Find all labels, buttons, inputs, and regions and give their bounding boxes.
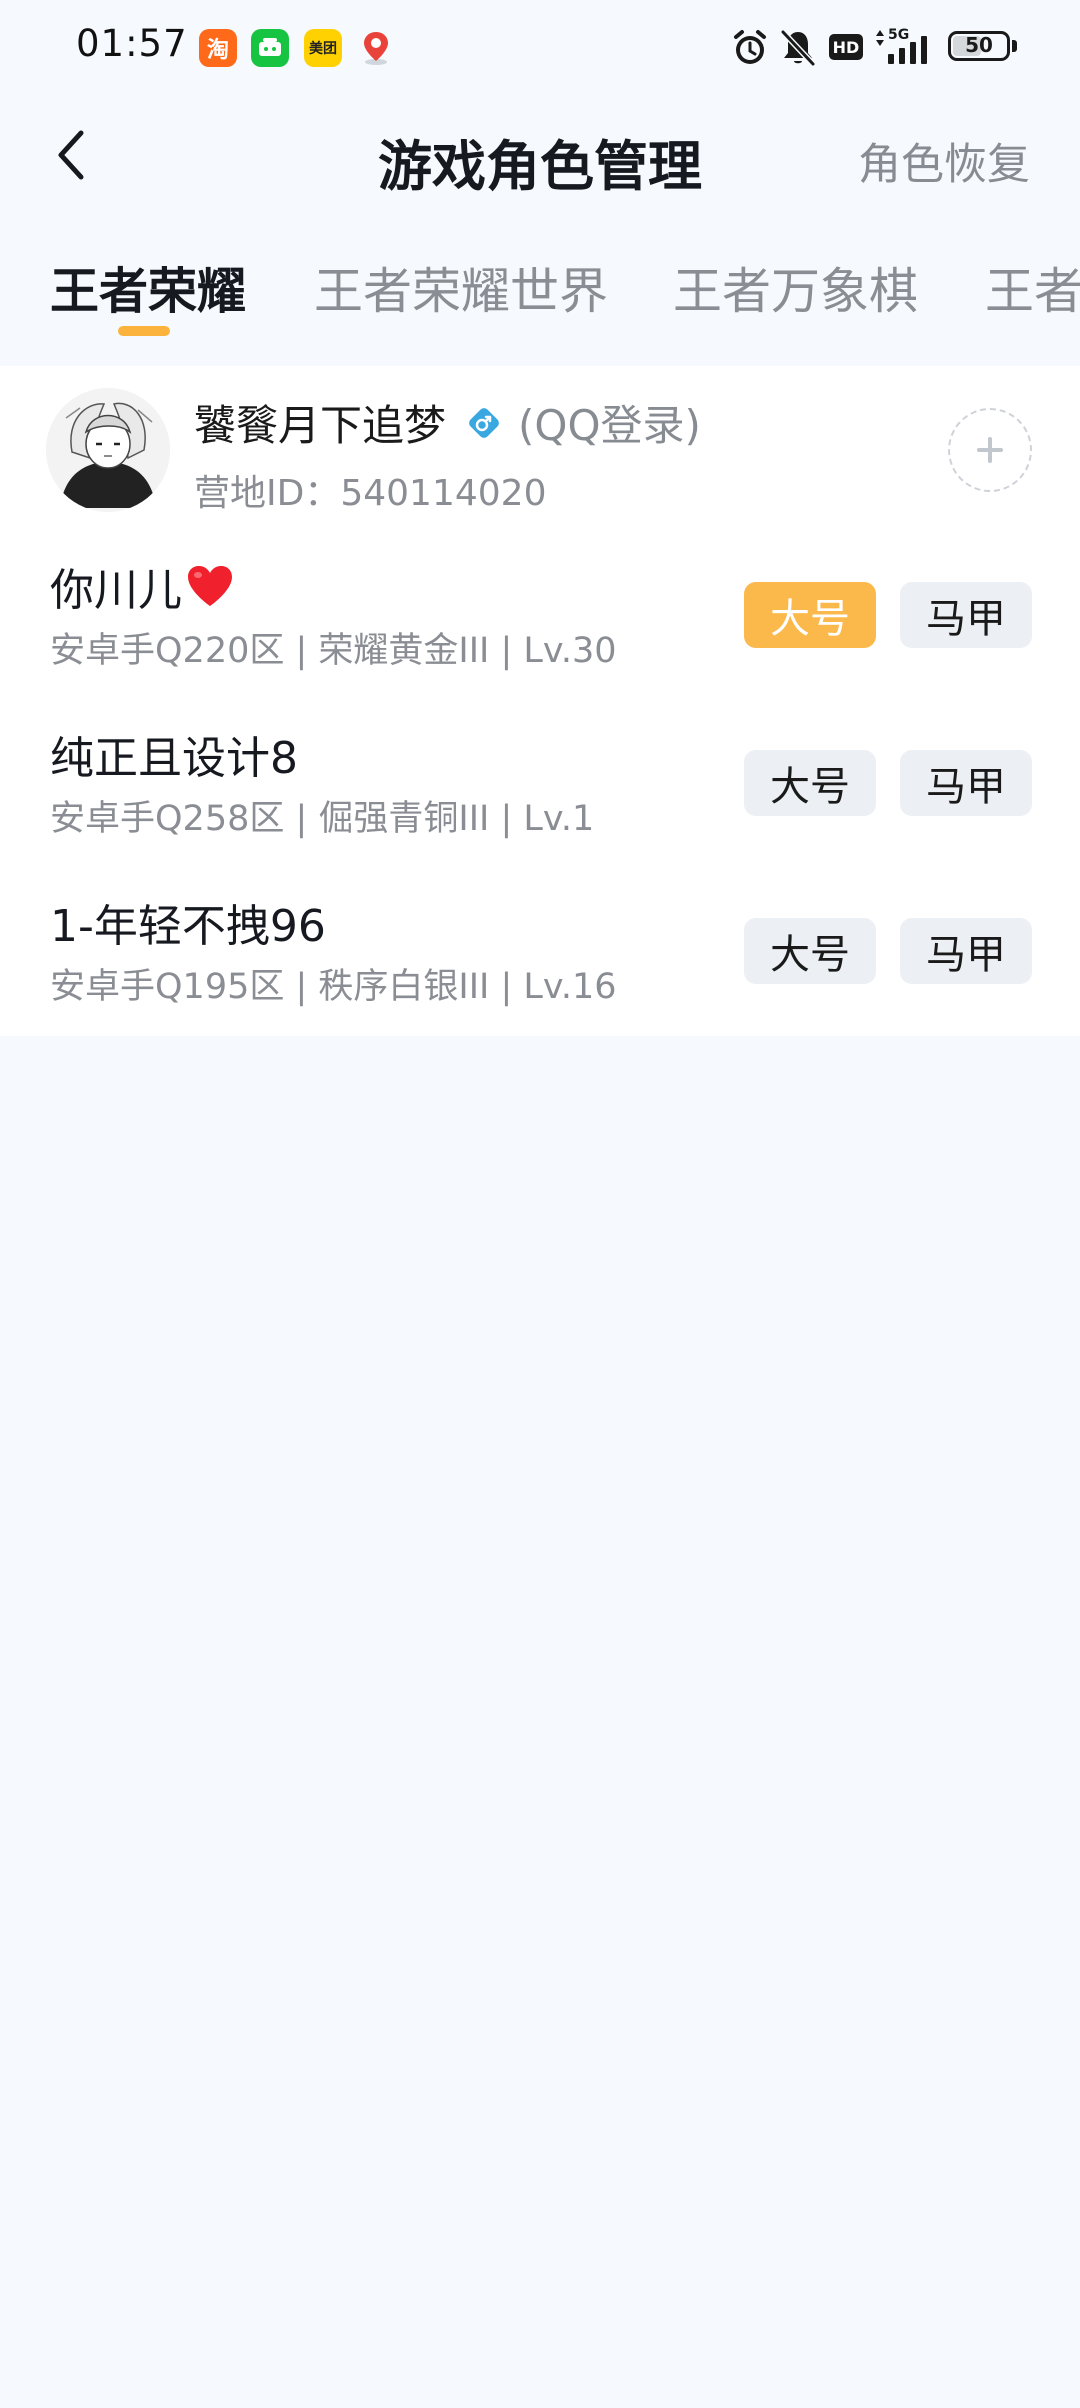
active-tab-indicator xyxy=(118,326,170,336)
avatar[interactable] xyxy=(46,388,170,512)
role-row: 1-年轻不拽96 安卓手Q195区 | 秩序白银III | Lv.16 大号 马… xyxy=(0,868,1080,1036)
alt-account-button[interactable]: 马甲 xyxy=(900,582,1032,648)
role-name-line: 你川儿 xyxy=(50,554,236,618)
hd-icon: HD xyxy=(829,34,863,60)
battery-icon: 50 xyxy=(948,31,1010,61)
svg-text:5G: 5G xyxy=(888,27,909,43)
add-role-button[interactable] xyxy=(948,408,1032,492)
camp-id: 营地ID：540114020 xyxy=(194,473,547,514)
role-row: 你川儿 安卓手Q220区 | 荣耀黄金III | Lv.30 大号 马甲 xyxy=(0,532,1080,700)
meituan-icon: 美团 xyxy=(304,29,342,67)
role-detail: 安卓手Q220区 | 荣耀黄金III | Lv.30 xyxy=(50,631,617,671)
role-row: 纯正且设计8 安卓手Q258区 | 倔强青铜III | Lv.1 大号 马甲 xyxy=(0,700,1080,868)
battery-level: 50 xyxy=(965,33,993,57)
map-pin-icon xyxy=(357,29,395,67)
role-detail: 安卓手Q258区 | 倔强青铜III | Lv.1 xyxy=(50,799,595,839)
role-name: 纯正且设计8 xyxy=(50,733,298,784)
alt-account-button[interactable]: 马甲 xyxy=(900,750,1032,816)
role-name: 1-年轻不拽96 xyxy=(50,901,326,952)
tab-honor-of-kings-chess[interactable]: 王者万象棋 xyxy=(673,252,918,323)
tab-more-game[interactable]: 王者 xyxy=(985,252,1080,323)
roles-card: 饕餮月下追梦 (QQ登录) 营地ID：540114020 你川儿 安卓手Q220… xyxy=(0,366,1080,1036)
tab-honor-of-kings-world[interactable]: 王者荣耀世界 xyxy=(314,252,608,323)
bell-off-icon xyxy=(780,28,816,72)
role-name: 你川儿 xyxy=(50,565,182,616)
role-name-line: 1-年轻不拽96 xyxy=(50,890,326,954)
status-bar: 01:57 淘 美团 HD 5G 50 xyxy=(0,0,1080,100)
profile-name-line: 饕餮月下追梦 (QQ登录) xyxy=(194,392,701,453)
login-type: (QQ登录) xyxy=(518,401,701,450)
battery-cap xyxy=(1012,40,1017,52)
profile-name: 饕餮月下追梦 xyxy=(194,401,447,450)
status-time: 01:57 xyxy=(76,22,188,65)
role-name-line: 纯正且设计8 xyxy=(50,722,298,786)
alarm-icon xyxy=(732,28,768,72)
signal-5g-icon: 5G xyxy=(872,26,934,70)
wechat-icon xyxy=(251,29,289,67)
role-restore-button[interactable]: 角色恢复 xyxy=(858,130,1030,192)
male-gender-icon xyxy=(464,403,504,443)
role-detail: 安卓手Q195区 | 秩序白银III | Lv.16 xyxy=(50,967,617,1007)
account-profile: 饕餮月下追梦 (QQ登录) 营地ID：540114020 xyxy=(0,366,1080,532)
main-account-button[interactable]: 大号 xyxy=(744,582,876,648)
main-account-button[interactable]: 大号 xyxy=(744,918,876,984)
plus-icon xyxy=(977,437,1003,463)
nav-bar: 游戏角色管理 角色恢复 xyxy=(0,100,1080,212)
heart-icon xyxy=(184,563,236,609)
main-account-button[interactable]: 大号 xyxy=(744,750,876,816)
taobao-icon: 淘 xyxy=(199,29,237,67)
tab-honor-of-kings[interactable]: 王者荣耀 xyxy=(50,252,246,323)
alt-account-button[interactable]: 马甲 xyxy=(900,918,1032,984)
game-tabs: 王者荣耀 王者荣耀世界 王者万象棋 王者 xyxy=(0,240,1080,346)
